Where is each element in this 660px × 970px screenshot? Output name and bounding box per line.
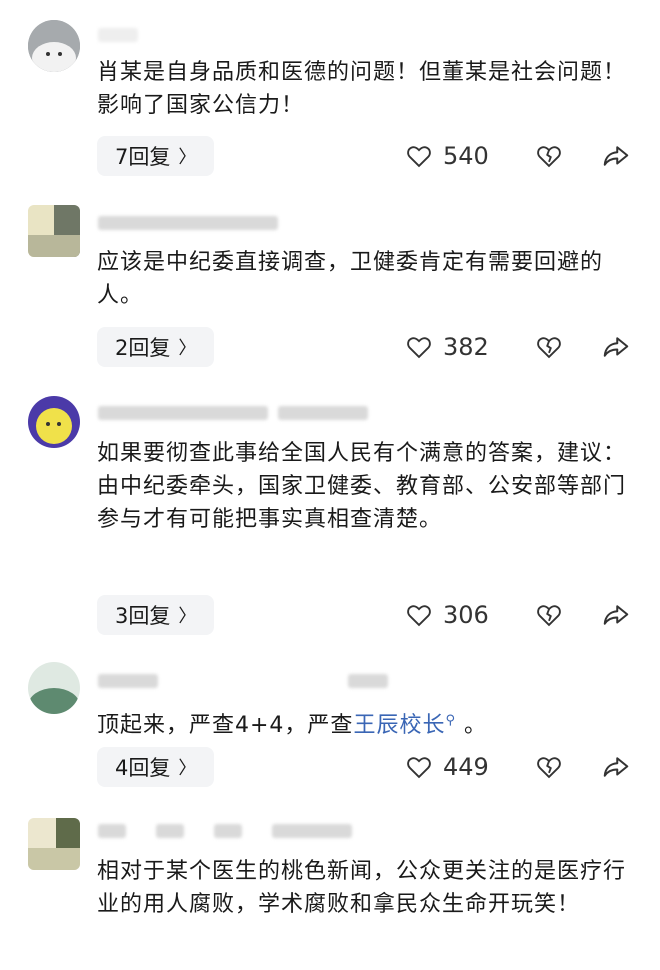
username-blurred[interactable]: [98, 214, 278, 232]
reply-button[interactable]: 7回复 〉: [97, 136, 215, 176]
avatar[interactable]: [28, 662, 80, 714]
comment-text: 顶起来，严查4+4，严查王辰校长⚲ 。: [97, 704, 627, 742]
chevron-right-icon: 〉: [178, 758, 197, 779]
heart-outline-icon: [407, 337, 431, 359]
avatar[interactable]: [28, 396, 80, 448]
broken-heart-icon[interactable]: [535, 753, 563, 781]
like-button[interactable]: 306: [405, 601, 515, 629]
username-blurred[interactable]: [98, 672, 388, 690]
username-blurred[interactable]: [98, 404, 368, 422]
like-button[interactable]: 382: [405, 333, 515, 361]
chevron-right-icon: 〉: [178, 147, 197, 168]
username-blurred[interactable]: [98, 822, 352, 840]
comment-text: 如果要彻查此事给全国人民有个满意的答案，建议：由中纪委牵头，国家卫健委、教育部、…: [97, 441, 627, 532]
share-arrow-icon[interactable]: [601, 141, 631, 171]
reply-label: 3回复: [115, 604, 171, 628]
comment-actions: 382: [405, 327, 631, 367]
avatar[interactable]: [28, 205, 80, 257]
reply-button[interactable]: 3回复 〉: [97, 595, 215, 635]
heart-outline-icon: [407, 605, 431, 627]
share-arrow-icon[interactable]: [601, 752, 631, 782]
like-count: 382: [443, 333, 489, 361]
like-count: 306: [443, 601, 489, 629]
heart-outline-icon: [407, 757, 431, 779]
comment-text-part: 。: [463, 713, 487, 738]
username-blurred[interactable]: [98, 26, 138, 44]
heart-outline-icon: [407, 146, 431, 168]
chevron-right-icon: 〉: [178, 606, 197, 627]
like-count: 449: [443, 753, 489, 781]
share-arrow-icon[interactable]: [601, 600, 631, 630]
comment-actions: 540: [405, 136, 631, 176]
broken-heart-icon[interactable]: [535, 601, 563, 629]
search-icon[interactable]: ⚲: [445, 713, 456, 728]
comment-text: 应该是中纪委直接调查，卫健委肯定有需要回避的人。: [97, 250, 604, 308]
reply-label: 7回复: [115, 145, 171, 169]
chevron-right-icon: 〉: [178, 338, 197, 359]
reply-button[interactable]: 2回复 〉: [97, 327, 215, 367]
reply-label: 2回复: [115, 336, 171, 360]
broken-heart-icon[interactable]: [535, 142, 563, 170]
reply-button[interactable]: 4回复 〉: [97, 747, 215, 787]
comment-text: 肖某是自身品质和医德的问题！但董某是社会问题！影响了国家公信力！: [97, 60, 627, 118]
avatar[interactable]: [28, 818, 80, 870]
share-arrow-icon[interactable]: [601, 332, 631, 362]
like-button[interactable]: 540: [405, 142, 515, 170]
like-count: 540: [443, 142, 489, 170]
comment-actions: 306: [405, 595, 631, 635]
comment-text: 相对于某个医生的桃色新闻，公众更关注的是医疗行业的用人腐败，学术腐败和拿民众生命…: [97, 859, 627, 917]
broken-heart-icon[interactable]: [535, 333, 563, 361]
comment-text-part: 顶起来，严查4+4，严查: [97, 713, 354, 738]
topic-link[interactable]: 王辰校长: [353, 713, 445, 738]
like-button[interactable]: 449: [405, 753, 515, 781]
comment-actions: 449: [405, 747, 631, 787]
reply-label: 4回复: [115, 756, 171, 780]
avatar[interactable]: [28, 20, 80, 72]
